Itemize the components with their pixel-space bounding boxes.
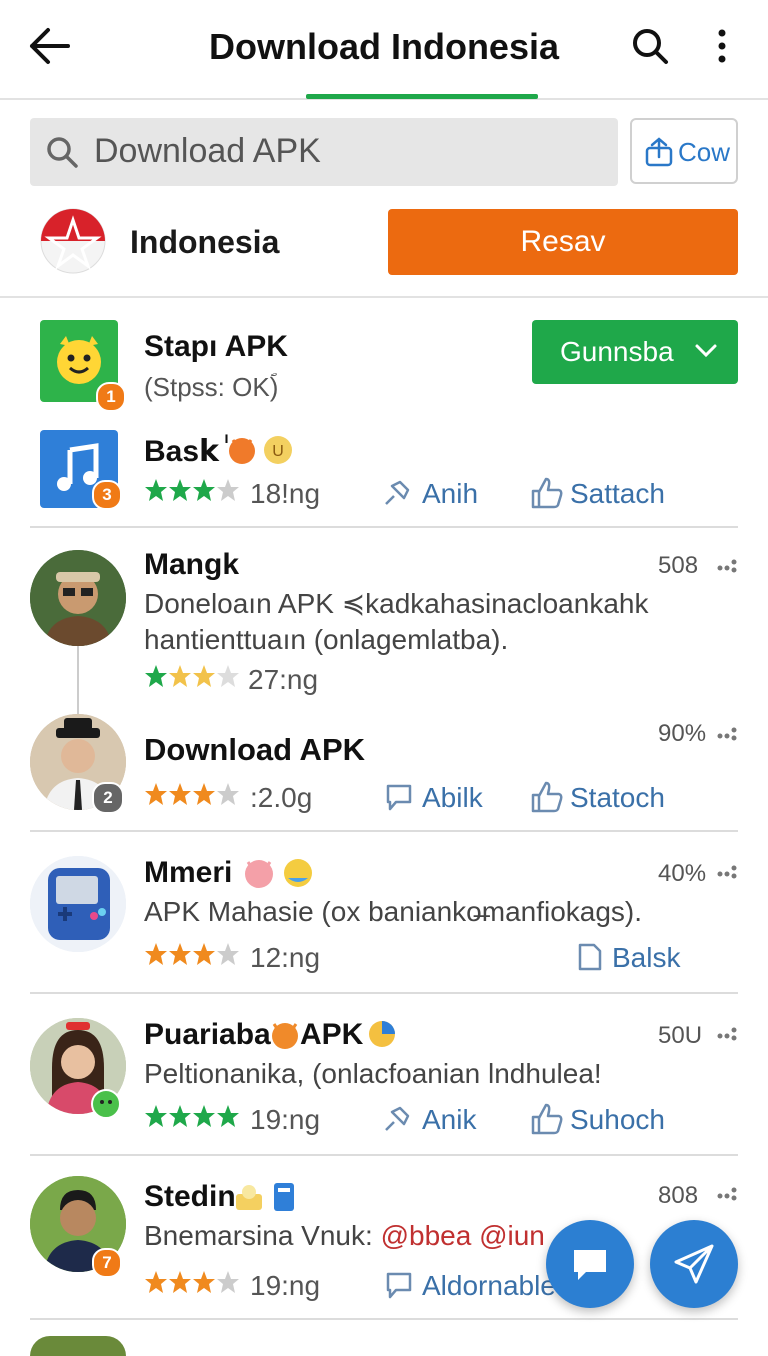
action-link[interactable]: Aldornable <box>422 1270 556 1302</box>
country-action-button[interactable]: Resav <box>388 209 738 275</box>
rating-text: 19:ng <box>250 1104 321 1135</box>
install-button-label: Gunnsba <box>560 336 674 367</box>
thumbs-up-icon <box>531 477 563 509</box>
install-dropdown-button[interactable]: Gunnsba <box>532 320 738 384</box>
emoji-icons: U <box>229 436 292 464</box>
action-link[interactable]: Sattach <box>570 478 665 510</box>
pin-icon <box>385 1106 410 1131</box>
row-divider <box>30 830 738 832</box>
chevron-down-icon <box>695 344 717 358</box>
action-link[interactable]: Statoch <box>570 782 665 814</box>
next-avatar-partial <box>30 1336 126 1356</box>
item-meta: 90% <box>658 720 707 747</box>
action-link[interactable]: Anih <box>422 478 478 510</box>
rating-text: 19:ng <box>250 1270 321 1301</box>
country-emblem-icon <box>40 208 106 274</box>
rating-text: :2.0g <box>250 782 313 813</box>
pin-icon <box>385 480 410 505</box>
send-icon <box>674 1244 714 1284</box>
app-title: Baskٰ <box>144 435 219 468</box>
app-title-suffix: APK <box>300 1018 364 1051</box>
share-icon <box>645 137 673 167</box>
chat-fab-button[interactable] <box>546 1220 634 1308</box>
item-meta: 508 <box>658 552 699 579</box>
chat-bubble-icon <box>574 1250 606 1280</box>
cat-emoji-icon <box>272 1023 298 1049</box>
item-description: APK Mahasie (ox banianko̶manfiokags). <box>144 896 643 927</box>
thread-connector <box>77 640 79 716</box>
search-input[interactable]: Download APK <box>30 118 618 186</box>
notification-badge: 7 <box>92 1248 122 1278</box>
drag-handle-icon[interactable] <box>716 1184 738 1204</box>
comment-icon <box>386 784 412 811</box>
country-name: Indonesia <box>130 224 280 260</box>
thumbs-up-icon <box>531 781 563 813</box>
item-description: Bnemarsina Vnuk: @bbea @iun <box>144 1220 545 1252</box>
app-subtitle: (Stpss: OKؐ) <box>144 372 279 402</box>
sun-emoji-icon <box>369 1021 395 1047</box>
notification-badge: 1 <box>96 382 126 412</box>
thumbs-up-icon <box>531 1103 563 1135</box>
drag-handle-icon[interactable] <box>716 862 738 882</box>
emoji-icons <box>236 1183 294 1211</box>
more-options-icon[interactable] <box>712 28 732 66</box>
app-title: Puariaba <box>144 1018 271 1051</box>
avatar <box>30 856 126 952</box>
item-meta: 40% <box>658 860 707 887</box>
star-rating-icon <box>145 665 239 687</box>
share-button[interactable]: Cow <box>630 118 738 184</box>
action-link[interactable]: Anik <box>422 1104 476 1136</box>
star-rating-icon <box>145 1105 239 1127</box>
row-divider <box>30 1318 738 1320</box>
action-link[interactable]: Balsk <box>612 942 680 974</box>
comment-icon <box>386 1272 412 1299</box>
active-tab-indicator <box>306 94 538 99</box>
row-divider <box>30 526 738 528</box>
avatar <box>30 550 126 646</box>
notification-badge: 3 <box>92 480 122 510</box>
app-title: Stedin <box>144 1180 236 1213</box>
app-title: Mangk <box>144 548 240 581</box>
rating-text: 12:ng <box>250 942 321 973</box>
notification-badge: 2 <box>92 782 124 814</box>
item-meta: 50U <box>658 1022 703 1049</box>
item-description: Doneloaın APK ≼kadkahasinacloankahk hant… <box>144 588 649 655</box>
rating-text: 27:ng <box>248 664 319 695</box>
send-fab-button[interactable] <box>650 1220 738 1308</box>
description-text: Bnemarsina Vnuk: <box>144 1220 373 1251</box>
status-emoji-icon <box>91 1089 121 1119</box>
page-title: Download Indonesia <box>208 26 559 67</box>
svg-text:U: U <box>272 443 284 460</box>
action-link[interactable]: Suhoch <box>570 1104 665 1136</box>
app-title: Mmeri <box>144 856 233 889</box>
star-rating-icon <box>145 1271 239 1293</box>
star-rating-icon <box>145 943 239 965</box>
app-bar: Download Indonesia <box>0 0 768 100</box>
section-divider <box>0 296 768 298</box>
row-divider <box>30 992 738 994</box>
mention-links[interactable]: @bbea @iun <box>381 1220 545 1251</box>
search-icon[interactable] <box>630 26 670 66</box>
avatar-person-icon <box>30 550 126 646</box>
emoji-icons <box>245 859 312 888</box>
bookmark-icon <box>578 943 602 971</box>
app-title: Download APK <box>144 732 366 767</box>
drag-handle-icon[interactable] <box>716 724 738 744</box>
row-divider <box>30 1154 738 1156</box>
share-button-label: Cow <box>678 137 731 167</box>
back-arrow-icon[interactable] <box>28 26 70 66</box>
game-device-icon <box>30 856 126 952</box>
star-rating-icon <box>145 479 239 501</box>
action-link[interactable]: Abilk <box>422 782 483 814</box>
item-description: Peltionanika, (onlacfoanian lndhulea! <box>144 1058 602 1089</box>
item-meta: 808 <box>658 1182 699 1209</box>
drag-handle-icon[interactable] <box>716 556 738 576</box>
star-rating-icon <box>145 783 239 805</box>
app-title: Stapı APK <box>144 330 288 363</box>
rating-text: 18!ng <box>250 478 321 509</box>
search-placeholder: Download APK <box>94 132 321 170</box>
search-field-icon <box>47 137 78 168</box>
drag-handle-icon[interactable] <box>716 1024 738 1044</box>
